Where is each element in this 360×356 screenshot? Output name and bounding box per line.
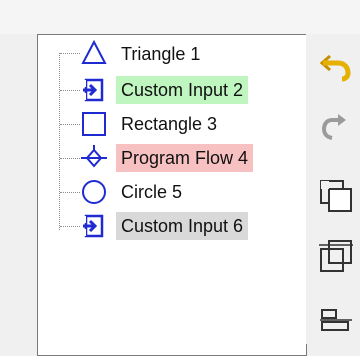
triangle-icon [81, 40, 107, 66]
custom-input-icon [81, 213, 107, 239]
tree-item-rectangle-3[interactable]: Rectangle 3 [116, 110, 222, 138]
circle-icon [81, 179, 107, 205]
program-flow-icon [81, 145, 107, 171]
tree-branch-line [60, 192, 80, 193]
top-strip [0, 0, 360, 34]
tree-item-program-flow-4[interactable]: Program Flow 4 [116, 144, 254, 172]
tree-item-circle-5[interactable]: Circle 5 [116, 178, 187, 206]
send-backward-icon[interactable] [318, 238, 354, 274]
tree-item-triangle-1[interactable]: Triangle 1 [116, 40, 205, 68]
tree-branch-line [60, 158, 80, 159]
custom-input-icon [81, 77, 107, 103]
redo-icon[interactable] [318, 108, 354, 144]
tree-branch-line [60, 226, 80, 227]
tree-branch-line [60, 124, 80, 125]
tree-item-custom-input-2[interactable]: Custom Input 2 [116, 76, 249, 104]
right-toolbar [306, 34, 360, 344]
tree-branch-line [60, 90, 80, 91]
tree-branch-line [60, 53, 80, 54]
undo-icon[interactable] [318, 48, 354, 84]
align-icon[interactable] [318, 304, 354, 340]
tree-item-custom-input-6[interactable]: Custom Input 6 [116, 212, 249, 240]
tree-trunk-line [59, 53, 60, 230]
bring-forward-icon[interactable] [318, 178, 354, 214]
rectangle-icon [81, 111, 107, 137]
